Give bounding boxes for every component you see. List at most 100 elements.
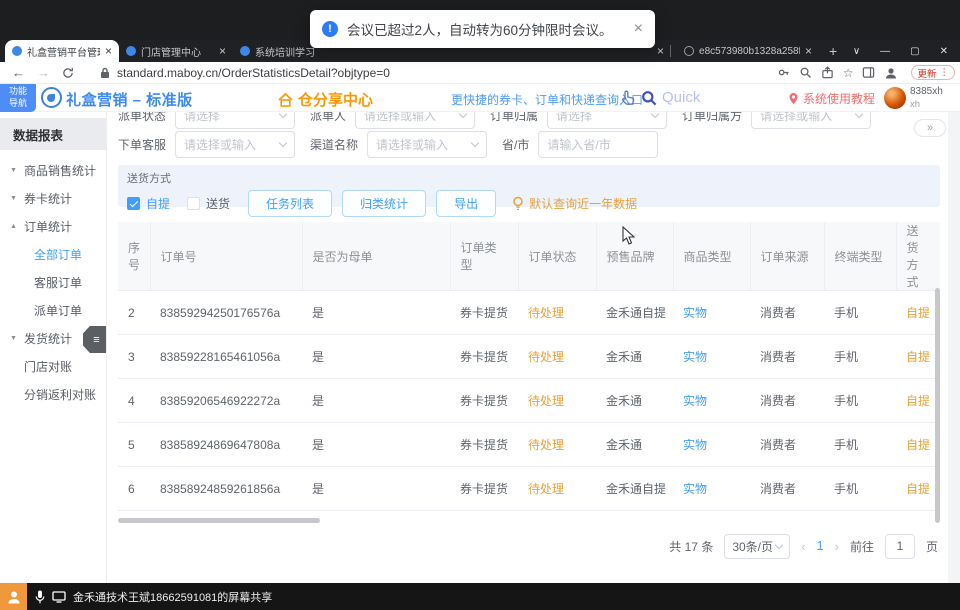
filter-select[interactable]: 请选择或输入 xyxy=(175,131,295,158)
filter-select[interactable]: 请选择 xyxy=(175,112,295,129)
filter-select[interactable]: 请选择或输入 xyxy=(751,112,871,129)
filter-placeholder: 请选择或输入 xyxy=(364,112,436,124)
checkbox-pickup-label[interactable]: 自提 xyxy=(146,195,170,212)
browser-tab[interactable]: 礼盒营销平台管理中心× xyxy=(5,40,119,62)
sidebar-item-label: 发货统计 xyxy=(24,330,72,347)
share-icon[interactable] xyxy=(821,66,834,79)
cell-no: 5 xyxy=(118,423,150,467)
sidebar-item[interactable]: 客服订单 xyxy=(0,268,106,296)
tab-close-icon[interactable]: × xyxy=(219,44,226,58)
browser-tab[interactable]: e8c573980b1328a258fd2e6... × xyxy=(677,40,819,62)
refresh-icon[interactable] xyxy=(62,67,74,79)
cell-order-type: 券卡提货 xyxy=(450,467,518,511)
horizontal-scrollbar[interactable] xyxy=(118,518,320,523)
cell-source: 消费者 xyxy=(750,335,824,379)
table-header-cell: 商品类型 xyxy=(673,222,750,291)
bookmark-star-icon[interactable]: ☆ xyxy=(843,66,854,80)
filter-field: 下单客服请选择或输入 xyxy=(118,131,295,158)
table-row[interactable]: 483859206546922272a是券卡提货待处理金禾通实物消费者手机自提 xyxy=(118,379,940,423)
filter-select[interactable]: 请选择或输入 xyxy=(367,131,487,158)
table-row[interactable]: 383859228165461056a是券卡提货待处理金禾通实物消费者手机自提 xyxy=(118,335,940,379)
table-row[interactable]: 583858924869647808a是券卡提货待处理金禾通实物消费者手机自提 xyxy=(118,423,940,467)
category-stats-button[interactable]: 归类统计 xyxy=(342,190,426,217)
sidebar-collapse-handle[interactable]: ≡ xyxy=(83,326,106,353)
orders-table-viewport: 序号订单号是否为母单订单类型订单状态预售品牌商品类型订单来源终端类型送货方式 2… xyxy=(118,222,940,523)
table-row[interactable]: 683858924859261856a是券卡提货待处理金禾通自提实物消费者手机自… xyxy=(118,467,940,511)
tab-search-icon[interactable]: ∨ xyxy=(853,46,860,57)
user-avatar[interactable] xyxy=(884,87,906,109)
chevron-down-icon: ▼ xyxy=(10,195,24,202)
browser-tab[interactable]: 门店管理中心× xyxy=(119,40,233,62)
sidebar-item-label: 券卡统计 xyxy=(24,190,72,207)
checkbox-pickup[interactable] xyxy=(127,197,140,210)
sidebar-item[interactable]: 门店对账 xyxy=(0,352,106,380)
table-row[interactable]: 283859294250176576a是券卡提货待处理金禾通自提实物消费者手机自… xyxy=(118,291,940,335)
prev-page-button[interactable]: ‹ xyxy=(801,539,805,554)
page-size-select[interactable]: 30条/页 xyxy=(724,534,790,559)
sidebar-item[interactable]: ▲订单统计 xyxy=(0,212,106,240)
cell-brand: 金禾通 xyxy=(596,511,673,524)
microphone-icon[interactable] xyxy=(35,590,45,604)
profile-icon[interactable] xyxy=(884,66,898,80)
vertical-scrollbar[interactable] xyxy=(935,288,940,523)
lock-icon[interactable] xyxy=(100,67,110,79)
filter-row-2: 下单客服请选择或输入渠道名称请选择或输入省/市请输入省/市 xyxy=(118,131,673,158)
cell-delivery: 自提 xyxy=(896,379,940,423)
function-nav-toggle[interactable]: 功能 导航 xyxy=(0,84,36,112)
goto-page-input[interactable]: 1 xyxy=(885,534,915,559)
cell-no: 4 xyxy=(118,379,150,423)
current-page[interactable]: 1 xyxy=(817,539,824,553)
page-unit: 页 xyxy=(926,538,938,555)
table-header-cell: 订单类型 xyxy=(450,222,518,291)
close-window-icon[interactable]: ✕ xyxy=(940,46,948,57)
tutorial-link[interactable]: 系统使用教程 xyxy=(788,90,875,107)
sidebar-item[interactable]: 分销返利对账 xyxy=(0,380,106,408)
url-text[interactable]: standard.maboy.cn/OrderStatisticsDetail?… xyxy=(117,66,390,80)
quick-search-icon[interactable] xyxy=(641,90,657,111)
toast-message: 会议已超过2人，自动转为60分钟限时会议。 xyxy=(347,19,613,39)
filter-select[interactable]: 请选择或输入 xyxy=(355,112,475,129)
brand-logo-icon xyxy=(41,87,62,108)
cell-terminal: 手机 xyxy=(824,291,896,335)
maximize-icon[interactable]: ▢ xyxy=(910,46,919,57)
checkbox-delivery-label[interactable]: 送货 xyxy=(206,195,230,212)
cell-no: 2 xyxy=(118,291,150,335)
key-icon[interactable] xyxy=(777,66,790,79)
toast-close-icon[interactable]: × xyxy=(624,21,643,37)
quick-entry-text[interactable]: 更快捷的券卡、订单和快递查询入口 xyxy=(451,91,643,108)
tab-close-icon[interactable]: × xyxy=(657,44,664,58)
filter-input[interactable]: 请输入省/市 xyxy=(538,131,658,158)
globe-favicon-icon xyxy=(684,46,694,56)
filter-placeholder: 请选择或输入 xyxy=(760,112,832,124)
tab-close-icon[interactable]: × xyxy=(805,44,812,58)
expand-filters-button[interactable]: » xyxy=(914,119,946,137)
sidebar-item[interactable]: 派单订单 xyxy=(0,296,106,324)
new-tab-button[interactable]: + xyxy=(829,43,837,59)
minimize-icon[interactable]: — xyxy=(880,46,890,57)
task-list-button[interactable]: 任务列表 xyxy=(248,190,332,217)
share-center-link[interactable]: 仓分享中心 xyxy=(278,89,373,110)
tab-close-icon[interactable]: × xyxy=(105,44,112,58)
kebab-menu-icon[interactable]: ⋮ xyxy=(940,67,950,78)
filter-label: 省/市 xyxy=(502,136,529,153)
filter-select[interactable]: 请选择 xyxy=(547,112,667,129)
cell-order-no: 83858924859261856a xyxy=(150,467,302,511)
side-panel-icon[interactable] xyxy=(862,66,875,79)
export-button[interactable]: 导出 xyxy=(436,190,496,217)
chevron-down-icon: ▼ xyxy=(10,167,24,174)
sidebar-item[interactable]: 全部订单 xyxy=(0,240,106,268)
default-query-tip-text: 默认查询近一年数据 xyxy=(529,195,637,212)
forward-icon[interactable]: → xyxy=(37,65,50,80)
quick-label[interactable]: Quick xyxy=(662,89,700,106)
sidebar-item[interactable]: ▼商品销售统计 xyxy=(0,156,106,184)
zoom-icon[interactable] xyxy=(799,66,812,79)
update-button[interactable]: 更新 ⋮ xyxy=(911,65,955,80)
cell-delivery: 自提 xyxy=(896,423,940,467)
checkbox-delivery[interactable] xyxy=(187,197,200,210)
back-icon[interactable]: ← xyxy=(12,65,25,80)
pagination-total: 共 17 条 xyxy=(669,538,713,555)
next-page-button[interactable]: › xyxy=(835,539,839,554)
sidebar-item[interactable]: ▼券卡统计 xyxy=(0,184,106,212)
sidebar-item-label: 订单统计 xyxy=(24,218,72,235)
sharer-avatar xyxy=(0,583,27,610)
